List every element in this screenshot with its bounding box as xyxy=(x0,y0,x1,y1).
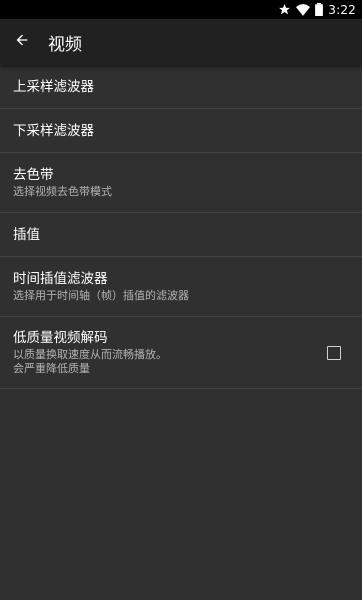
star-icon xyxy=(278,3,291,16)
status-time: 3:22 xyxy=(328,2,356,17)
back-button[interactable] xyxy=(0,19,44,65)
pref-title: 下采样滤波器 xyxy=(13,122,94,139)
pref-title: 去色带 xyxy=(13,167,54,183)
pref-low-quality-decoding[interactable]: 低质量视频解码 以质量换取速度从而流畅播放。 会严重降低质量 xyxy=(0,317,362,389)
preference-list: 上采样滤波器 下采样滤波器 去色带 选择视频去色带模式 插值 时间插值滤波器 选… xyxy=(0,65,362,389)
pref-deband[interactable]: 去色带 选择视频去色带模式 xyxy=(0,153,362,213)
battery-icon xyxy=(315,3,324,16)
pref-summary: 选择用于时间轴（帧）插值的滤波器 xyxy=(13,289,189,302)
pref-interpolation[interactable]: 插值 xyxy=(0,213,362,257)
wifi-icon xyxy=(296,3,311,16)
pref-summary-line-1: 以质量换取速度从而流畅播放。 xyxy=(13,348,167,361)
pref-summary: 选择视频去色带模式 xyxy=(13,185,112,198)
toolbar: 视频 xyxy=(0,19,362,65)
pref-title: 插值 xyxy=(13,226,40,243)
pref-downscale-filter[interactable]: 下采样滤波器 xyxy=(0,109,362,153)
status-bar: 3:22 xyxy=(0,0,362,19)
pref-title: 时间插值滤波器 xyxy=(13,271,108,287)
low-quality-decoding-checkbox[interactable] xyxy=(327,345,341,360)
arrow-back-icon xyxy=(14,32,30,52)
pref-upscale-filter[interactable]: 上采样滤波器 xyxy=(0,65,362,109)
pref-title: 低质量视频解码 xyxy=(13,330,108,346)
pref-title: 上采样滤波器 xyxy=(13,78,94,95)
pref-temporal-interpolation-filter[interactable]: 时间插值滤波器 选择用于时间轴（帧）插值的滤波器 xyxy=(0,257,362,317)
pref-summary-line-2: 会严重降低质量 xyxy=(13,362,90,375)
page-title: 视频 xyxy=(48,34,82,55)
